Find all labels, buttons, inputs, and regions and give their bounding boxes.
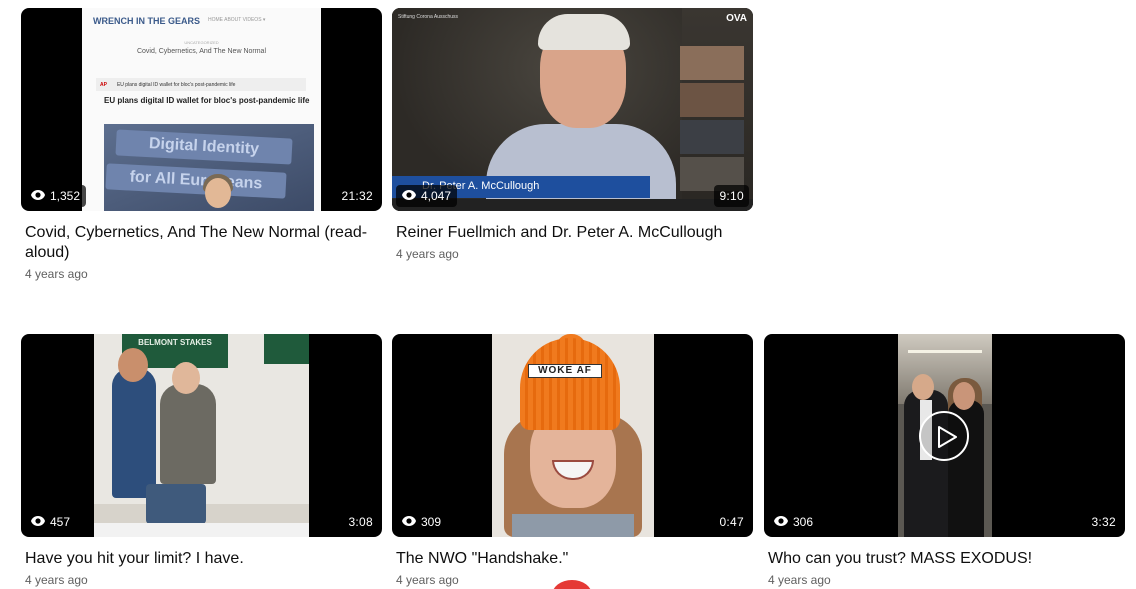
thumb-ap-text: EU plans digital ID wallet for bloc's po… <box>116 82 236 88</box>
thumb-ap-strip: AP EU plans digital ID wallet for bloc's … <box>96 78 306 91</box>
thumb-figure <box>953 382 975 410</box>
eye-icon <box>30 515 46 530</box>
eye-icon <box>30 189 46 204</box>
video-duration: 0:47 <box>714 511 749 533</box>
thumb-sign: Digital Identity <box>115 129 293 165</box>
thumb-figure <box>512 514 634 537</box>
view-count-badge: 306 <box>768 511 820 533</box>
thumb-sign: for All Europeans <box>105 163 287 199</box>
view-count-badge: 1,352 <box>25 185 87 207</box>
video-title[interactable]: Have you hit your limit? I have. <box>25 549 377 569</box>
view-count-badge: 4,047 <box>396 185 458 207</box>
video-card[interactable]: WRENCH IN THE GEARS HOME ABOUT VIDEOS ▾ … <box>21 8 382 281</box>
thumb-figure <box>912 374 934 400</box>
thumb-article-title: Covid, Cybernetics, And The New Normal <box>136 48 267 55</box>
video-card[interactable]: 306 3:32 Who can you trust? MASS EXODUS!… <box>764 334 1125 587</box>
thumb-banner <box>264 334 309 364</box>
thumb-site-name: WRENCH IN THE GEARS <box>93 16 201 26</box>
thumb-figure <box>112 368 156 498</box>
thumb-figure <box>538 14 630 50</box>
thumbnail-image: BELMONT STAKES <box>94 334 309 537</box>
thumbnail-image: Stiftung Corona Ausschuss OVA Dr. Peter … <box>392 8 753 211</box>
view-count: 4,047 <box>421 189 452 203</box>
video-duration: 9:10 <box>714 185 749 207</box>
video-date: 4 years ago <box>396 247 459 261</box>
video-thumbnail[interactable]: WOKE AF 309 0:47 <box>392 334 753 537</box>
thumbnail-image: WOKE AF <box>492 334 654 537</box>
video-duration: 3:32 <box>1086 511 1121 533</box>
eye-icon <box>773 515 789 530</box>
thumb-logo: OVA <box>726 13 747 24</box>
thumbnail-image: WRENCH IN THE GEARS HOME ABOUT VIDEOS ▾ … <box>82 8 321 211</box>
thumb-figure <box>146 484 206 524</box>
play-icon <box>938 426 957 448</box>
video-title[interactable]: Covid, Cybernetics, And The New Normal (… <box>25 223 377 263</box>
thumb-figure <box>118 348 148 382</box>
thumb-headline: EU plans digital ID wallet for bloc's po… <box>104 96 310 105</box>
play-button[interactable] <box>919 411 969 461</box>
thumb-caption-strip <box>94 523 309 537</box>
video-date: 4 years ago <box>25 573 88 587</box>
view-count: 309 <box>421 515 442 529</box>
video-thumbnail[interactable]: 306 3:32 <box>764 334 1125 537</box>
video-date: 4 years ago <box>25 267 88 281</box>
thumb-hat-label: WOKE AF <box>528 364 602 378</box>
thumb-category: UNCATEGORIZED <box>184 40 219 45</box>
thumb-figure <box>205 178 231 208</box>
video-duration: 21:32 <box>336 185 378 207</box>
video-thumbnail[interactable]: WRENCH IN THE GEARS HOME ABOUT VIDEOS ▾ … <box>21 8 382 211</box>
video-card[interactable]: Stiftung Corona Ausschuss OVA Dr. Peter … <box>392 8 753 261</box>
video-thumbnail[interactable]: Stiftung Corona Ausschuss OVA Dr. Peter … <box>392 8 753 211</box>
thumb-background <box>908 350 982 353</box>
video-title[interactable]: Reiner Fuellmich and Dr. Peter A. McCull… <box>396 223 748 243</box>
view-count-badge: 309 <box>396 511 448 533</box>
view-count: 306 <box>793 515 814 529</box>
view-count-badge: 457 <box>25 511 77 533</box>
thumb-figure <box>172 362 200 394</box>
video-thumbnail[interactable]: BELMONT STAKES 457 3:08 <box>21 334 382 537</box>
thumb-photo: Digital Identity for All Europeans <box>104 124 314 211</box>
thumb-figure <box>160 384 216 484</box>
thumb-nav: HOME ABOUT VIDEOS ▾ <box>208 17 266 23</box>
video-date: 4 years ago <box>768 573 831 587</box>
video-card[interactable]: BELMONT STAKES 457 3:08 Have you hit you… <box>21 334 382 587</box>
video-title[interactable]: Who can you trust? MASS EXODUS! <box>768 549 1120 569</box>
thumb-logo: Stiftung Corona Ausschuss <box>398 14 459 20</box>
eye-icon <box>401 189 417 204</box>
view-count: 457 <box>50 515 71 529</box>
video-duration: 3:08 <box>343 511 378 533</box>
video-card[interactable]: WOKE AF 309 0:47 The NWO "Handshake." 4 … <box>392 334 753 587</box>
view-count: 1,352 <box>50 189 81 203</box>
thumb-figure <box>520 338 620 430</box>
video-title[interactable]: The NWO "Handshake." <box>396 549 748 569</box>
thumb-ap-label: AP <box>100 82 107 88</box>
thumb-participants <box>680 46 744 194</box>
eye-icon <box>401 515 417 530</box>
